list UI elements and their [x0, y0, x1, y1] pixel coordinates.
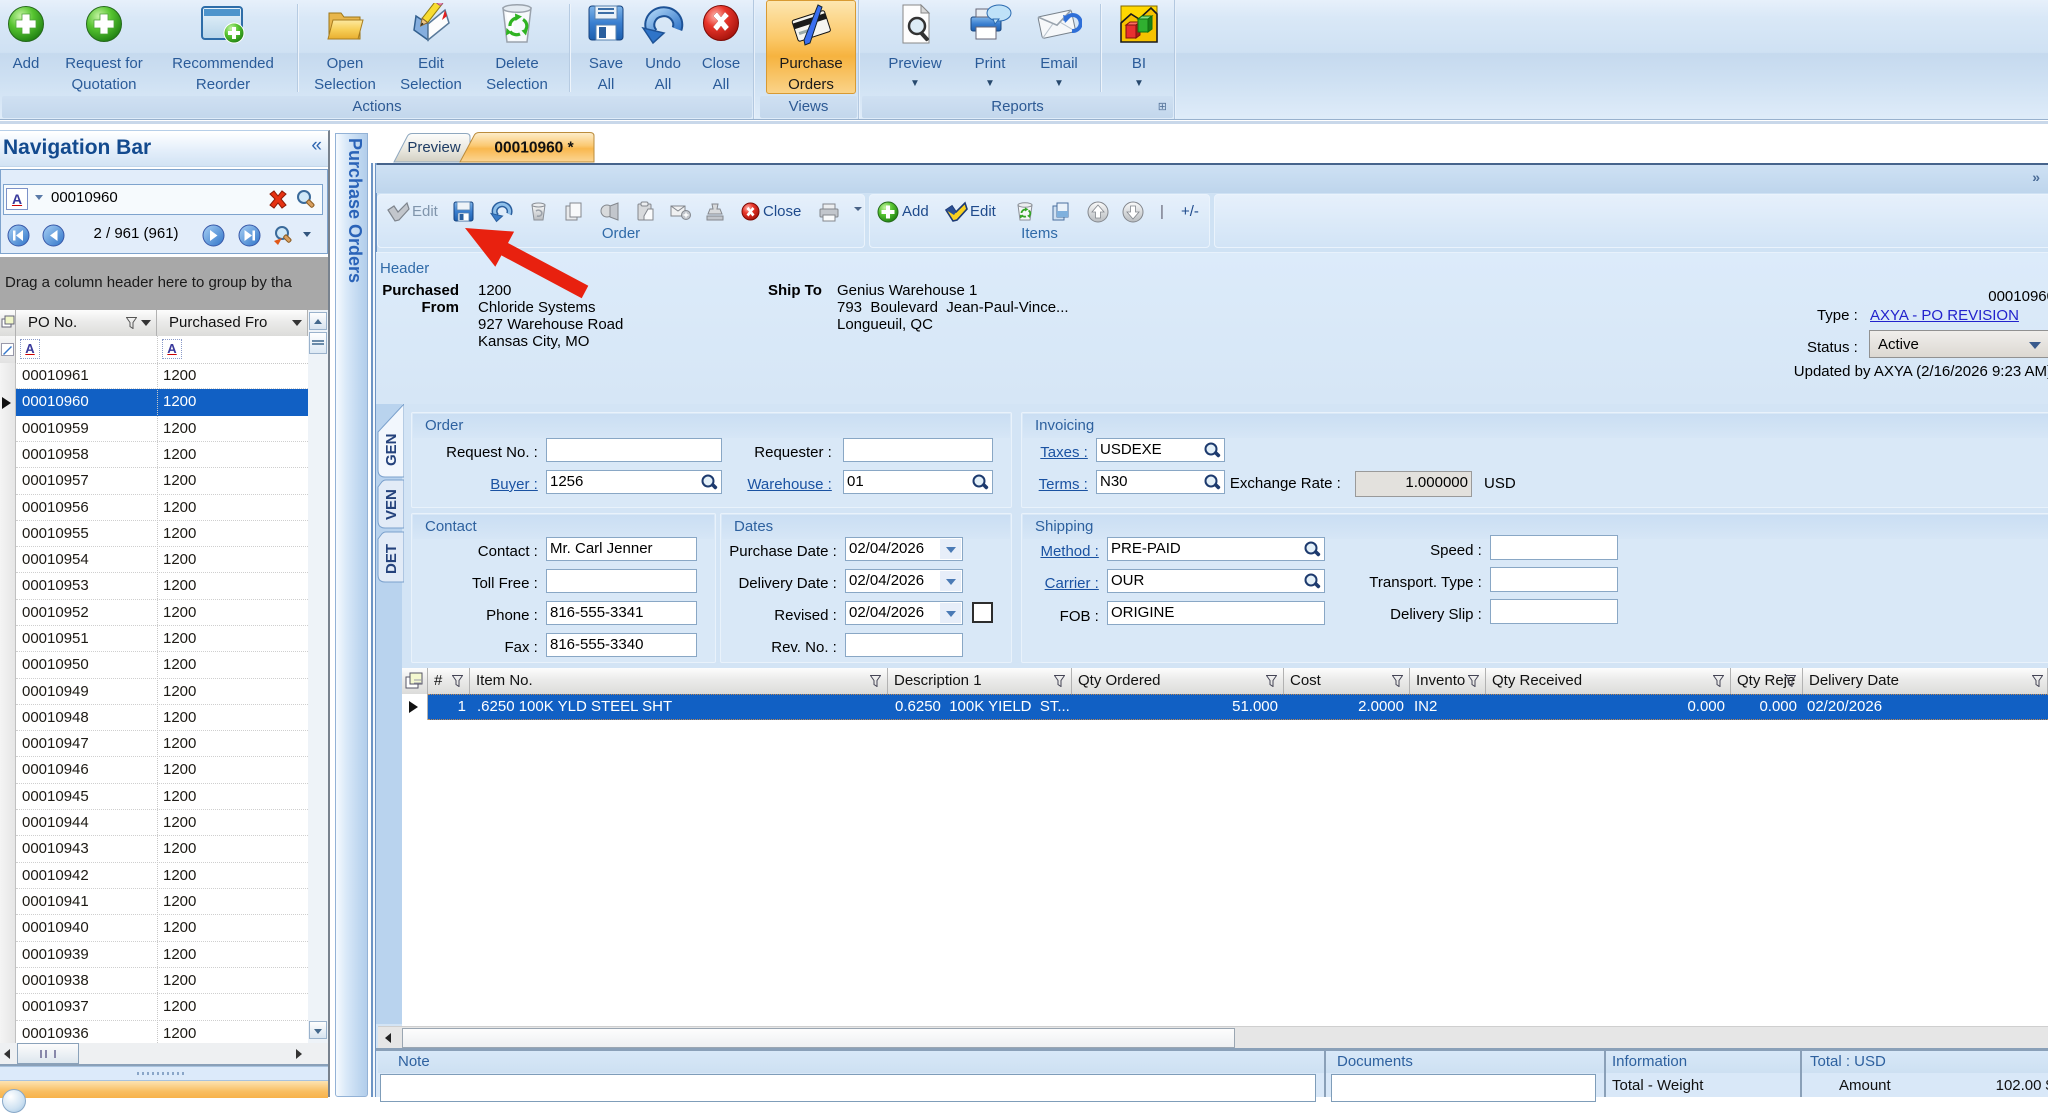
svg-text:VEN: VEN — [383, 489, 400, 520]
svg-text:00010960 *: 00010960 * — [494, 140, 574, 157]
svg-text:Preview: Preview — [407, 139, 461, 156]
